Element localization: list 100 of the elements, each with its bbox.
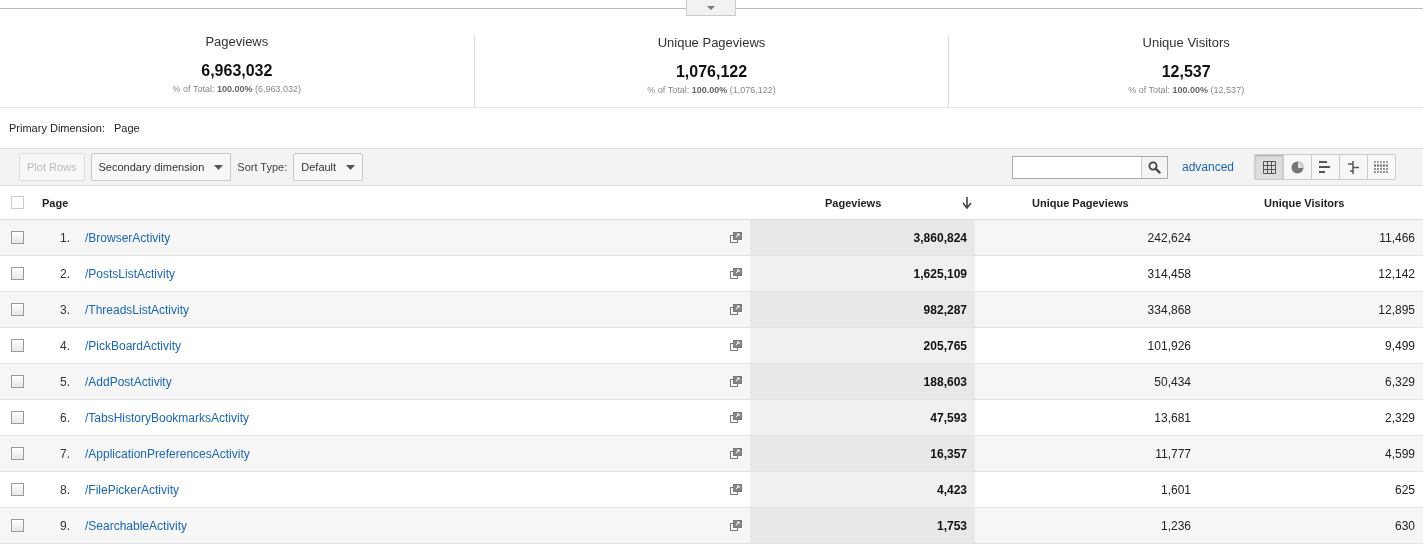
search-button[interactable] (1140, 156, 1167, 178)
table-cell-text: 630 (1393, 518, 1415, 533)
metric-value: 6,963,032 (201, 62, 273, 80)
row-checkbox[interactable] (11, 339, 24, 352)
view-toggle[interactable] (1367, 155, 1395, 179)
table-cell: 205,765 (750, 328, 975, 363)
metric-total: % of Total: 100.00% (12,537) (1128, 85, 1245, 95)
table-cell: 47,593 (750, 400, 975, 435)
column-header[interactable]: Pageviews (825, 196, 975, 209)
page-link[interactable]: /SearchableActivity (85, 518, 188, 533)
row-checkbox[interactable] (11, 519, 24, 532)
table-cell-text: 242,624 (1146, 230, 1191, 245)
external-link-icon[interactable] (730, 484, 742, 495)
external-link-icon[interactable] (730, 340, 742, 351)
external-link-icon[interactable] (730, 520, 742, 531)
caret-icon (214, 164, 224, 170)
external-link-icon[interactable] (730, 304, 742, 315)
table-cell-text: 334,868 (1146, 302, 1191, 317)
row-number: 8. (59, 482, 70, 497)
table-cell-text: 625 (1393, 482, 1415, 497)
page-link[interactable]: /ApplicationPreferencesActivity (85, 446, 250, 461)
row-number: 5. (59, 374, 70, 389)
table-cell: 1,625,109 (750, 256, 975, 291)
primary-dimension-tab[interactable]: Page (113, 122, 140, 134)
page-link[interactable]: /BrowserActivity (85, 230, 171, 245)
table-cell-text: 1,236 (1159, 518, 1191, 533)
column-header[interactable]: Unique Visitors (1207, 196, 1345, 209)
view-toggle[interactable] (1255, 155, 1283, 179)
caret-icon (706, 4, 716, 11)
row-number: 3. (59, 302, 70, 317)
sort-type-label: Sort Type: (237, 161, 288, 173)
sort-arrow-icon (962, 196, 972, 209)
primary-dimension-label: Primary Dimension: (9, 122, 105, 134)
metric-total: % of Total: 100.00% (6,963,032) (172, 84, 302, 94)
table-cell-text: 9,499 (1383, 338, 1415, 353)
page-link[interactable]: /PostsListActivity (85, 266, 176, 281)
advanced-link[interactable]: advanced (1181, 160, 1234, 174)
metric-value: 1,076,122 (675, 63, 748, 81)
table-cell: 16,357 (750, 436, 975, 471)
row-checkbox[interactable] (11, 303, 24, 316)
row-number: 1. (59, 230, 70, 245)
external-link-icon[interactable] (730, 412, 742, 423)
table-cell: 3,860,824 (750, 220, 975, 255)
view-toggle[interactable] (1283, 155, 1311, 179)
table-cell-text: 1,601 (1159, 482, 1191, 497)
table-cell-text: 12,142 (1377, 266, 1415, 281)
grid-icon (1262, 160, 1276, 174)
table-cell: 4,423 (750, 472, 975, 507)
table-cell: 982,287 (750, 292, 975, 327)
view-toggle[interactable] (1339, 155, 1367, 179)
table-cell-text: 314,458 (1146, 266, 1191, 281)
page-link[interactable]: /FilePickerActivity (85, 482, 179, 497)
table-cell-text: 12,895 (1377, 302, 1415, 317)
table-cell: 188,603 (750, 364, 975, 399)
row-checkbox[interactable] (11, 447, 24, 460)
metric-label: Unique Visitors (1142, 35, 1230, 50)
external-link-icon[interactable] (730, 232, 742, 243)
table-cell-text: 6,329 (1383, 374, 1415, 389)
metric-total: % of Total: 100.00% (1,076,122) (647, 85, 776, 95)
search-field[interactable] (1011, 155, 1168, 179)
comparison-icon (1347, 160, 1360, 174)
view-toggle[interactable] (1311, 155, 1339, 179)
caret-icon (346, 164, 356, 170)
row-number: 9. (59, 518, 70, 533)
pie-chart-icon (1291, 160, 1304, 174)
external-link-icon[interactable] (730, 268, 742, 279)
table-cell-text: 11,777 (1154, 446, 1191, 461)
table-cell-text: 2,329 (1383, 410, 1415, 425)
row-checkbox[interactable] (11, 483, 24, 496)
bar-chart-icon (1319, 161, 1332, 173)
metric-label: Pageviews (205, 34, 269, 49)
page-link[interactable]: /TabsHistoryBookmarksActivity (85, 410, 250, 425)
select-all-checkbox[interactable] (11, 196, 24, 209)
table-cell: 1,753 (750, 508, 975, 543)
external-link-icon[interactable] (730, 376, 742, 387)
page-link[interactable]: /AddPostActivity (85, 374, 172, 389)
metric-value: 12,537 (1161, 63, 1211, 81)
table-cell-text: 13,681 (1153, 410, 1191, 425)
secondary-dimension-dropdown[interactable]: Secondary dimension (90, 153, 232, 181)
row-number: 4. (59, 338, 70, 353)
row-number: 2. (59, 266, 70, 281)
sort-type-dropdown[interactable]: Default (293, 153, 364, 181)
table-cell-text: 50,434 (1153, 374, 1191, 389)
row-checkbox[interactable] (11, 375, 24, 388)
external-link-icon[interactable] (730, 448, 742, 459)
row-checkbox[interactable] (11, 267, 24, 280)
page-link[interactable]: /ThreadsListActivity (85, 302, 190, 317)
column-header[interactable]: Unique Pageviews (975, 196, 1207, 209)
row-checkbox[interactable] (11, 411, 24, 424)
column-header[interactable]: Page (42, 196, 825, 209)
metric-label: Unique Pageviews (657, 35, 766, 50)
row-number: 7. (59, 446, 70, 461)
table-cell-text: 11,466 (1378, 230, 1415, 245)
pivot-icon (1374, 161, 1389, 173)
table-cell-text: 4,599 (1383, 446, 1415, 461)
row-number: 6. (59, 410, 70, 425)
row-checkbox[interactable] (11, 231, 24, 244)
table-cell-text: 101,926 (1146, 338, 1191, 353)
search-icon (1147, 160, 1161, 174)
page-link[interactable]: /PickBoardActivity (85, 338, 182, 353)
